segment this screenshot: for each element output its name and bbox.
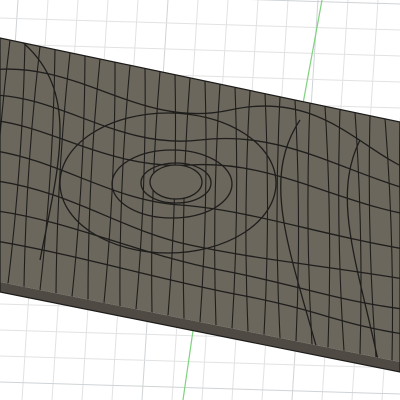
grid-line bbox=[0, 17, 400, 31]
grid-line bbox=[249, 0, 400, 5]
center-boss bbox=[149, 164, 203, 200]
grid-line bbox=[0, 381, 400, 395]
textured-plate-model[interactable] bbox=[0, 34, 400, 373]
viewport-canvas[interactable] bbox=[0, 0, 400, 400]
plate-top-face bbox=[0, 38, 400, 362]
3d-viewport[interactable] bbox=[0, 0, 400, 400]
